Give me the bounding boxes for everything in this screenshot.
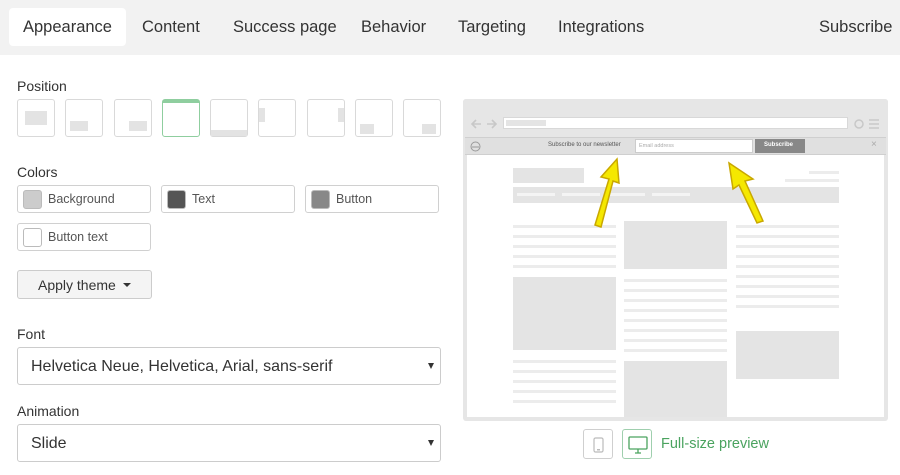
- tab-behavior[interactable]: Behavior: [347, 8, 440, 46]
- position-option-bottom-bar[interactable]: [210, 99, 248, 137]
- color-button-label: Button: [336, 192, 373, 206]
- tab-content[interactable]: Content: [128, 8, 214, 46]
- position-option-bottom-right-corner[interactable]: [403, 99, 441, 137]
- dropdown-arrow-icon: [428, 440, 434, 446]
- preview-subscribe-label: Subscribe: [764, 142, 794, 148]
- desktop-preview-button[interactable]: [622, 429, 652, 459]
- background-color-swatch: [23, 190, 42, 209]
- position-option-center[interactable]: [17, 99, 55, 137]
- browser-url-bar: [503, 117, 848, 129]
- font-select[interactable]: Helvetica Neue, Helvetica, Arial, sans-s…: [17, 347, 441, 385]
- position-option-top-bar[interactable]: [162, 99, 200, 137]
- text-color-swatch: [167, 190, 186, 209]
- button-text-color-swatch: [23, 228, 42, 247]
- position-option-bottom-left[interactable]: [65, 99, 103, 137]
- font-select-value: Helvetica Neue, Helvetica, Arial, sans-s…: [31, 358, 333, 375]
- caret-down-icon: [123, 283, 131, 287]
- color-button-button[interactable]: Button: [305, 185, 439, 213]
- apply-theme-label: Apply theme: [38, 277, 116, 293]
- dropdown-arrow-icon: [428, 363, 434, 369]
- position-preview-block: [338, 108, 344, 122]
- position-preview-block: [25, 111, 47, 125]
- browser-nav-arrows-icon: [470, 119, 498, 129]
- position-preview-block: [259, 108, 265, 122]
- bar-logo-icon: [470, 141, 481, 152]
- color-background-button[interactable]: Background: [17, 185, 151, 213]
- preview-subscribe-bar: Subscribe to our newsletter Email addres…: [465, 137, 886, 155]
- tab-subscribe[interactable]: Subscribe: [805, 8, 900, 46]
- position-label: Position: [17, 78, 67, 94]
- position-preview-block: [360, 124, 374, 134]
- mobile-preview-button[interactable]: [583, 429, 613, 459]
- position-preview-block: [129, 121, 147, 131]
- position-option-left-side[interactable]: [258, 99, 296, 137]
- yellow-arrow-icon: [727, 161, 765, 224]
- tab-appearance[interactable]: Appearance: [9, 8, 126, 46]
- position-option-bottom-right[interactable]: [114, 99, 152, 137]
- browser-toolbar: [463, 99, 888, 136]
- position-option-bottom-left-corner[interactable]: [355, 99, 393, 137]
- animation-select-value: Slide: [31, 435, 67, 452]
- full-size-preview-link[interactable]: Full-size preview: [661, 436, 769, 452]
- preview-page-content: [467, 155, 884, 417]
- tab-integrations[interactable]: Integrations: [544, 8, 658, 46]
- yellow-arrow-icon: [594, 157, 620, 228]
- colors-label: Colors: [17, 164, 58, 180]
- animation-select[interactable]: Slide: [17, 424, 441, 462]
- apply-theme-button[interactable]: Apply theme: [17, 270, 152, 299]
- tab-targeting[interactable]: Targeting: [444, 8, 540, 46]
- font-label: Font: [17, 326, 46, 342]
- preview-banner-text: Subscribe to our newsletter: [548, 142, 621, 148]
- position-preview-block: [422, 124, 436, 134]
- mobile-phone-icon: [593, 437, 604, 453]
- close-icon: ×: [871, 139, 877, 150]
- position-preview-block: [211, 130, 247, 136]
- color-background-label: Background: [48, 192, 115, 206]
- color-text-label: Text: [192, 192, 215, 206]
- button-color-swatch: [311, 190, 330, 209]
- preview-email-input: Email address: [635, 139, 753, 153]
- preview-subscribe-button: Subscribe: [755, 139, 805, 153]
- top-nav: Appearance Content Success page Behavior…: [0, 0, 900, 55]
- form-preview: Subscribe to our newsletter Email addres…: [463, 99, 888, 421]
- position-option-right-side[interactable]: [307, 99, 345, 137]
- color-text-button[interactable]: Text: [161, 185, 295, 213]
- preview-email-placeholder: Email address: [639, 143, 674, 149]
- position-preview-block: [70, 121, 88, 131]
- desktop-monitor-icon: [628, 436, 648, 454]
- browser-refresh-menu-icon: [854, 119, 879, 129]
- color-button-text-button[interactable]: Button text: [17, 223, 151, 251]
- tab-success-page[interactable]: Success page: [219, 8, 351, 46]
- animation-label: Animation: [17, 403, 80, 419]
- color-button-text-label: Button text: [48, 230, 108, 244]
